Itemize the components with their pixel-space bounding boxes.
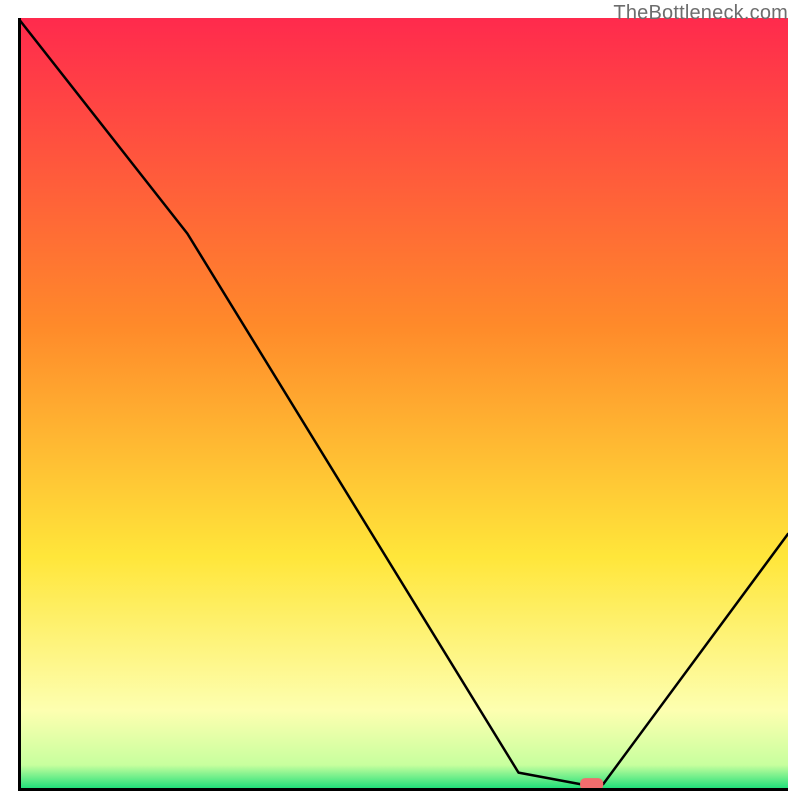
- plot-area: [18, 18, 788, 788]
- x-axis: [18, 788, 788, 791]
- optimal-marker: [580, 778, 603, 788]
- gradient-background: [18, 18, 788, 788]
- chart-frame: TheBottleneck.com: [0, 0, 800, 800]
- watermark-text: TheBottleneck.com: [613, 2, 788, 25]
- y-axis: [18, 18, 21, 788]
